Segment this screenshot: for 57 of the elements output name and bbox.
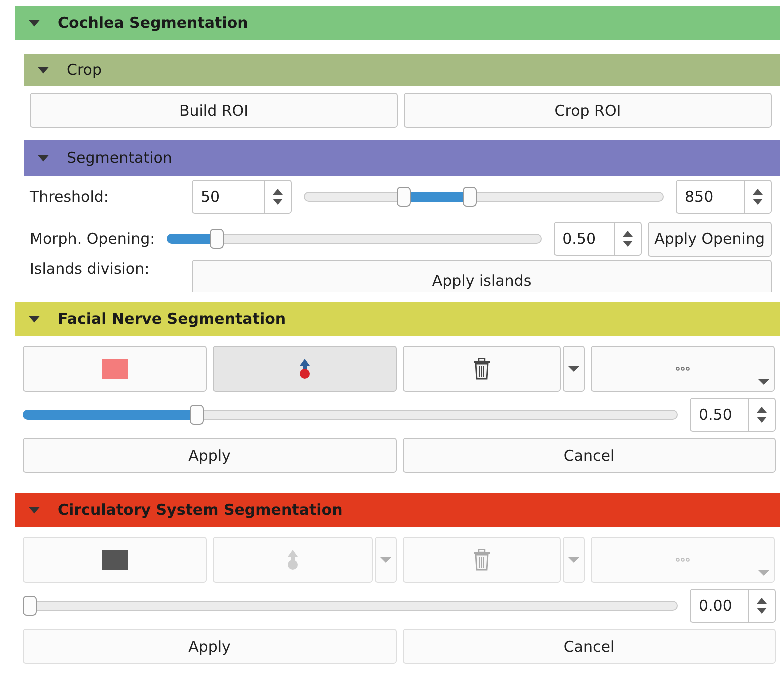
subsection-header[interactable]: Crop	[24, 54, 780, 86]
up-down-arrows-icon	[622, 230, 634, 248]
subsection-title: Segmentation	[67, 149, 172, 167]
up-down-arrows-icon	[752, 188, 764, 206]
dropdown-arrow-icon	[758, 570, 770, 576]
push-button[interactable]: Apply islands	[192, 260, 772, 292]
color-swatch-icon	[102, 359, 128, 379]
push-button[interactable]: Apply Opening	[648, 222, 772, 256]
trash-icon	[473, 358, 491, 380]
color-swatch-icon	[102, 550, 128, 570]
collapse-triangle-icon	[38, 64, 49, 76]
spin-box[interactable]: 50	[192, 180, 292, 214]
dropdown-button[interactable]	[563, 346, 585, 392]
push-button[interactable]: Build ROI	[30, 93, 398, 128]
field-label: Threshold:	[30, 188, 110, 206]
collapse-triangle-icon	[29, 18, 40, 28]
slider-handle[interactable]	[463, 187, 478, 207]
dropdown-arrow-icon	[380, 557, 392, 563]
dropdown-arrow-icon	[568, 557, 580, 563]
field-label: Islands division:	[30, 260, 151, 278]
dropdown-arrow-icon	[758, 379, 770, 385]
slider-handle[interactable]	[397, 187, 412, 207]
range-slider[interactable]	[304, 187, 664, 207]
spin-box[interactable]: 0.50	[690, 398, 776, 432]
slider[interactable]	[167, 229, 542, 249]
more-dots-icon	[676, 367, 690, 371]
section-title: Facial Nerve Segmentation	[58, 310, 286, 328]
push-button[interactable]: Apply	[23, 438, 396, 473]
section-header[interactable]: Cochlea Segmentation	[15, 6, 780, 40]
collapse-triangle-icon	[38, 152, 49, 164]
delete-button[interactable]	[403, 346, 561, 392]
push-button[interactable]: Crop ROI	[404, 93, 772, 128]
trash-icon	[473, 549, 491, 571]
collapse-triangle-icon	[29, 314, 40, 324]
slider-handle[interactable]	[210, 229, 224, 249]
field-label: Morph. Opening:	[30, 230, 156, 248]
subsection-title: Crop	[67, 61, 102, 79]
section-title: Circulatory System Segmentation	[58, 501, 343, 519]
arrow-with-dot-icon	[286, 549, 300, 571]
spin-box[interactable]: 0.50	[554, 222, 642, 256]
spin-box[interactable]: 850	[676, 180, 772, 214]
up-down-arrows-icon	[756, 597, 768, 615]
color-button[interactable]	[23, 346, 207, 392]
section-title: Cochlea Segmentation	[58, 14, 248, 32]
place-point-button[interactable]	[213, 346, 397, 392]
more-dots-icon	[676, 558, 690, 562]
collapse-triangle-icon	[29, 504, 40, 516]
dropdown-arrow-icon	[568, 366, 580, 372]
more-button[interactable]	[591, 346, 775, 392]
up-down-arrows-icon	[272, 188, 284, 206]
up-down-arrows-icon	[756, 406, 768, 424]
push-button[interactable]: Cancel	[402, 438, 776, 473]
slider-handle[interactable]	[190, 405, 204, 425]
section-header[interactable]: Facial Nerve Segmentation	[15, 302, 780, 336]
subsection-header[interactable]: Segmentation	[24, 140, 780, 176]
arrow-with-dot-icon	[298, 358, 312, 380]
slider[interactable]	[23, 405, 678, 425]
